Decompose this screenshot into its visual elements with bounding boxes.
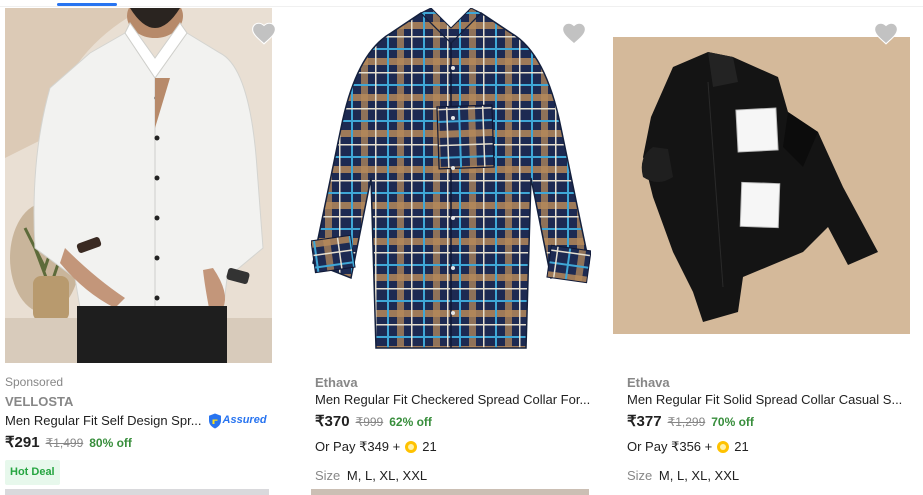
next-product-image-peek[interactable]	[311, 489, 589, 495]
wishlist-heart-icon[interactable]	[873, 21, 899, 45]
size-label: Size	[627, 468, 653, 483]
price-row: ₹377 ₹1,299 70% off	[627, 413, 754, 431]
assured-badge: Assured	[208, 412, 267, 429]
or-pay-text: Or Pay ₹356 +	[627, 439, 713, 454]
discount-percent: 62% off	[389, 415, 432, 429]
product-title[interactable]: Men Regular Fit Self Design Spr...	[5, 412, 202, 429]
size-label: Size	[315, 468, 341, 483]
deal-badge-wrap: Hot Deal	[5, 460, 60, 485]
black-shirt-image	[613, 37, 910, 334]
product-image[interactable]	[613, 37, 910, 334]
discount-percent: 80% off	[89, 436, 132, 450]
top-tab-strip	[0, 0, 923, 7]
assured-shield-icon	[208, 413, 221, 428]
original-price: ₹1,299	[667, 415, 706, 429]
price-row: ₹370 ₹999 62% off	[315, 413, 432, 431]
selling-price: ₹370	[315, 413, 350, 430]
product-title[interactable]: Men Regular Fit Solid Spread Collar Casu…	[627, 391, 902, 408]
size-options: M, L, XL, XXL	[346, 468, 428, 483]
title-row: Men Regular Fit Self Design Spr... Assur…	[5, 412, 267, 429]
next-product-image-peek[interactable]	[5, 489, 269, 495]
size-row: Size M, L, XL, XXL	[315, 467, 427, 484]
product-brand: Ethava	[627, 375, 670, 390]
assured-text: Assured	[222, 414, 267, 426]
size-options: M, L, XL, XXL	[658, 468, 740, 483]
product-image[interactable]	[311, 8, 591, 363]
supercoin-icon	[717, 440, 730, 453]
supercoin-count: 21	[422, 439, 437, 454]
product-brand: VELLOSTA	[5, 394, 74, 409]
supercoin-count: 21	[734, 439, 749, 454]
original-price: ₹1,499	[45, 436, 84, 450]
wishlist-heart-icon[interactable]	[561, 21, 587, 45]
supercoin-pay-row: Or Pay ₹356 + 21	[627, 438, 749, 455]
wishlist-heart-icon[interactable]	[251, 21, 277, 45]
selling-price: ₹291	[5, 434, 40, 451]
product-brand: Ethava	[315, 375, 358, 390]
discount-percent: 70% off	[711, 415, 754, 429]
supercoin-icon	[405, 440, 418, 453]
original-price: ₹999	[355, 415, 384, 429]
product-card-2[interactable]: Ethava Men Regular Fit Checkered Spread …	[311, 8, 611, 495]
selling-price: ₹377	[627, 413, 662, 430]
supercoin-pay-row: Or Pay ₹349 + 21	[315, 438, 437, 455]
hot-deal-badge: Hot Deal	[5, 460, 60, 485]
price-row: ₹291 ₹1,499 80% off	[5, 434, 132, 452]
product-card-1[interactable]: Sponsored VELLOSTA Men Regular Fit Self …	[5, 8, 295, 495]
size-row: Size M, L, XL, XXL	[627, 467, 739, 484]
product-title[interactable]: Men Regular Fit Checkered Spread Collar …	[315, 391, 590, 408]
product-card-3[interactable]: Ethava Men Regular Fit Solid Spread Coll…	[613, 8, 918, 495]
sponsored-label: Sponsored	[5, 375, 64, 389]
checkered-shirt-image	[311, 8, 591, 363]
product-image[interactable]	[5, 8, 272, 363]
man-white-shirt-image	[5, 8, 272, 363]
or-pay-text: Or Pay ₹349 +	[315, 439, 401, 454]
active-tab-indicator	[57, 3, 117, 6]
